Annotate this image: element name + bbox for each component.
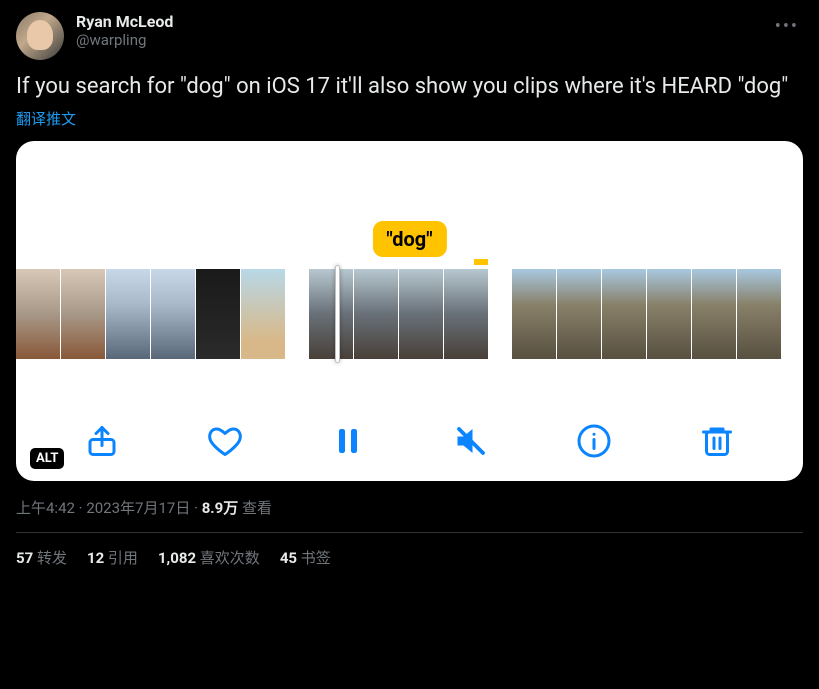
likes-count: 1,082 [158,549,196,567]
likes-stat[interactable]: 1,082 喜欢次数 [158,547,260,568]
thumbnail [512,269,556,359]
handle: @warpling [76,31,759,49]
clip-group-2[interactable] [309,269,488,369]
share-icon[interactable] [84,423,120,459]
tweet-header: Ryan McLeod @warpling ••• [16,12,803,60]
retweets-label: 转发 [37,549,67,567]
tweet-container: Ryan McLeod @warpling ••• If you search … [0,0,819,594]
search-term-tick [474,259,488,265]
media-attachment[interactable]: "dog" [16,141,803,481]
quotes-count: 12 [87,549,104,567]
thumbnail [151,269,195,359]
clip-group-1[interactable] [16,269,285,369]
thumbnail [647,269,691,359]
retweets-stat[interactable]: 57 转发 [16,547,67,568]
thumbnail [61,269,105,359]
thumbnail [444,269,488,359]
thumbnail [241,269,285,359]
thumbnail [309,269,353,359]
thumbnail [16,269,60,359]
thumbnail [106,269,150,359]
quotes-stat[interactable]: 12 引用 [87,547,138,568]
translate-link[interactable]: 翻译推文 [16,108,76,129]
avatar[interactable] [16,12,64,60]
heart-icon[interactable] [207,423,243,459]
more-options-icon[interactable]: ••• [771,12,803,41]
display-name: Ryan McLeod [76,12,759,31]
trash-icon[interactable] [699,423,735,459]
info-icon[interactable] [576,423,612,459]
tweet-stats: 57 转发 12 引用 1,082 喜欢次数 45 书签 [16,533,803,582]
thumbnail [737,269,781,359]
mute-icon[interactable] [453,423,489,459]
clip-group-3[interactable] [512,269,781,369]
quotes-label: 引用 [108,549,138,567]
tweet-date[interactable]: 2023年7月17日 [86,499,190,517]
bookmarks-label: 书签 [301,549,331,567]
thumbnail [602,269,646,359]
media-toolbar [16,423,803,459]
pause-icon[interactable] [330,423,366,459]
views-label-text: 查看 [242,499,272,517]
bookmarks-stat[interactable]: 45 书签 [280,547,331,568]
playhead[interactable] [335,265,340,363]
likes-label: 喜欢次数 [200,549,260,567]
search-term-badge: "dog" [372,221,446,257]
tweet-time[interactable]: 上午4:42 [16,499,75,517]
author-block[interactable]: Ryan McLeod @warpling [76,12,759,49]
thumbnail [557,269,601,359]
thumbnail [399,269,443,359]
views-count: 8.9万 [202,499,239,517]
video-filmstrip [16,269,803,369]
alt-badge[interactable]: ALT [30,448,64,469]
thumbnail [354,269,398,359]
bookmarks-count: 45 [280,549,297,567]
separator: · [194,499,202,517]
thumbnail [196,269,240,359]
tweet-text: If you search for "dog" on iOS 17 it'll … [16,72,803,102]
thumbnail [692,269,736,359]
retweets-count: 57 [16,549,33,567]
tweet-meta: 上午4:42 · 2023年7月17日 · 8.9万 查看 [16,497,803,533]
